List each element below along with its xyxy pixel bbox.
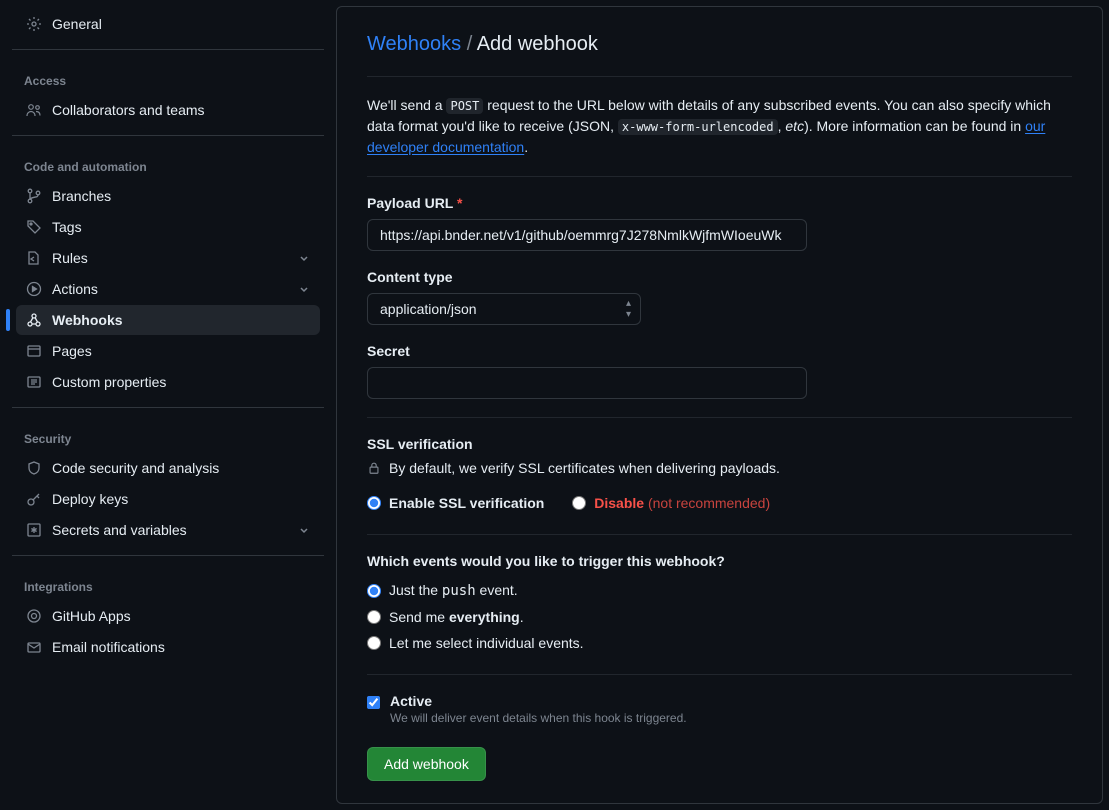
asterisk-icon <box>26 522 42 538</box>
sidebar-item-tags[interactable]: Tags <box>16 212 320 242</box>
ssl-enable-radio-input[interactable] <box>367 496 381 510</box>
sidebar-label: Tags <box>52 219 310 235</box>
events-push-radio-input[interactable] <box>367 584 381 598</box>
events-push-radio[interactable]: Just the push event. <box>367 577 1072 604</box>
shield-icon <box>26 460 42 476</box>
sidebar-label: Custom properties <box>52 374 310 390</box>
events-everything-radio[interactable]: Send me everything. <box>367 604 1072 630</box>
content-type-select[interactable]: application/json <box>367 293 641 325</box>
sidebar-item-collaborators[interactable]: Collaborators and teams <box>16 95 320 125</box>
events-individual-radio[interactable]: Let me select individual events. <box>367 630 1072 656</box>
events-everything-radio-input[interactable] <box>367 610 381 624</box>
chevron-down-icon <box>298 524 310 536</box>
sidebar-label: Rules <box>52 250 288 266</box>
browser-icon <box>26 343 42 359</box>
section-header-security: Security <box>6 418 330 452</box>
sidebar-label: Email notifications <box>52 639 310 655</box>
sidebar-label: Collaborators and teams <box>52 102 310 118</box>
breadcrumb-current: Add webhook <box>477 33 598 55</box>
section-header-code: Code and automation <box>6 146 330 180</box>
payload-url-label: Payload URL * <box>367 195 1072 211</box>
sidebar-item-webhooks[interactable]: Webhooks <box>16 305 320 335</box>
section-header-integrations: Integrations <box>6 566 330 600</box>
chevron-down-icon <box>298 252 310 264</box>
gear-icon <box>26 16 42 32</box>
sidebar-label: Secrets and variables <box>52 522 288 538</box>
apps-icon <box>26 608 42 624</box>
secret-label: Secret <box>367 343 1072 359</box>
sidebar-item-rules[interactable]: Rules <box>16 243 320 273</box>
sidebar-item-custom-properties[interactable]: Custom properties <box>16 367 320 397</box>
breadcrumb-sep: / <box>467 33 473 55</box>
play-icon <box>26 281 42 297</box>
people-icon <box>26 102 42 118</box>
active-label: Active <box>390 693 432 709</box>
list-icon <box>26 374 42 390</box>
payload-url-input[interactable] <box>367 219 807 251</box>
add-webhook-button[interactable]: Add webhook <box>367 747 486 781</box>
section-header-access: Access <box>6 60 330 94</box>
sidebar-label: Webhooks <box>52 312 310 328</box>
secret-input[interactable] <box>367 367 807 399</box>
mail-icon <box>26 639 42 655</box>
sidebar-item-actions[interactable]: Actions <box>16 274 320 304</box>
events-individual-radio-input[interactable] <box>367 636 381 650</box>
active-note: We will deliver event details when this … <box>390 711 687 725</box>
ssl-disable-radio[interactable]: Disable (not recommended) <box>572 490 770 516</box>
sidebar-item-pages[interactable]: Pages <box>16 336 320 366</box>
sidebar-label: General <box>52 16 310 32</box>
breadcrumb-parent-link[interactable]: Webhooks <box>367 33 461 55</box>
sidebar-label: Actions <box>52 281 288 297</box>
sidebar-item-general[interactable]: General <box>16 9 320 39</box>
sidebar-item-secrets[interactable]: Secrets and variables <box>16 515 320 545</box>
sidebar-label: Code security and analysis <box>52 460 310 476</box>
rules-icon <box>26 250 42 266</box>
ssl-heading: SSL verification <box>367 436 1072 452</box>
sidebar-item-github-apps[interactable]: GitHub Apps <box>16 601 320 631</box>
webhook-icon <box>26 312 42 328</box>
ssl-enable-radio[interactable]: Enable SSL verification <box>367 490 544 516</box>
sidebar-label: GitHub Apps <box>52 608 310 624</box>
description-text: We'll send a POST request to the URL bel… <box>367 95 1072 158</box>
ssl-note-text: By default, we verify SSL certificates w… <box>389 460 780 476</box>
breadcrumb: Webhooks / Add webhook <box>367 33 1072 56</box>
sidebar-item-code-security[interactable]: Code security and analysis <box>16 453 320 483</box>
key-icon <box>26 491 42 507</box>
sidebar-item-email-notifications[interactable]: Email notifications <box>16 632 320 662</box>
ssl-disable-radio-input[interactable] <box>572 496 586 510</box>
content-type-label: Content type <box>367 269 1072 285</box>
sidebar-item-branches[interactable]: Branches <box>16 181 320 211</box>
sidebar-item-deploy-keys[interactable]: Deploy keys <box>16 484 320 514</box>
events-heading: Which events would you like to trigger t… <box>367 553 1072 569</box>
active-checkbox[interactable] <box>367 696 380 709</box>
tag-icon <box>26 219 42 235</box>
lock-icon <box>367 461 381 475</box>
sidebar-label: Pages <box>52 343 310 359</box>
sidebar-label: Deploy keys <box>52 491 310 507</box>
branch-icon <box>26 188 42 204</box>
sidebar-label: Branches <box>52 188 310 204</box>
chevron-down-icon <box>298 283 310 295</box>
